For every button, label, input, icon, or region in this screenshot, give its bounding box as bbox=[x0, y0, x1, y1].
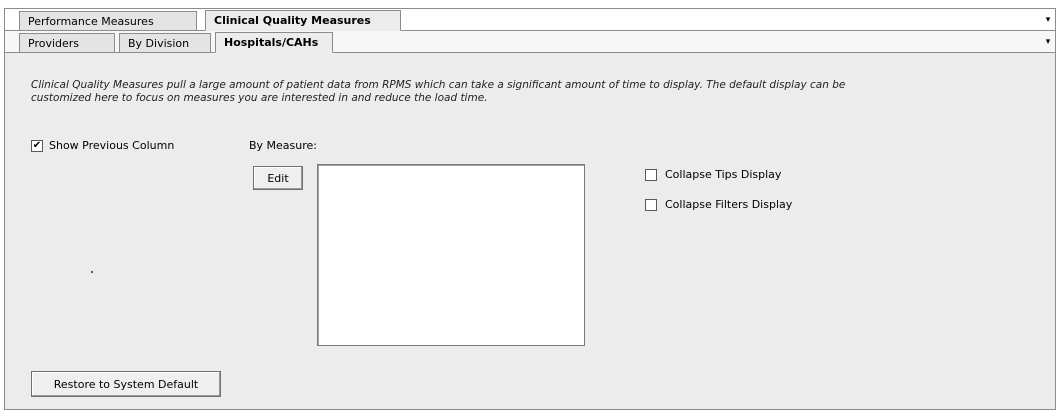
inner-tab-bar: Providers By Division Hospitals/CAHs ▾ bbox=[5, 31, 1055, 53]
outer-tab-bar: Performance Measures Clinical Quality Me… bbox=[5, 9, 1055, 31]
tab-label: Providers bbox=[28, 37, 80, 50]
tab-clinical-quality-measures[interactable]: Clinical Quality Measures bbox=[205, 10, 401, 31]
tab-label: By Division bbox=[128, 37, 190, 50]
collapse-tips-checkbox[interactable] bbox=[645, 169, 657, 181]
settings-panel: Performance Measures Clinical Quality Me… bbox=[4, 8, 1056, 410]
chevron-down-icon[interactable]: ▾ bbox=[1043, 37, 1053, 47]
tab-label: Clinical Quality Measures bbox=[214, 14, 371, 27]
collapse-filters-label: Collapse Filters Display bbox=[665, 198, 793, 211]
chevron-down-icon[interactable]: ▾ bbox=[1043, 15, 1053, 25]
collapse-filters-checkbox[interactable] bbox=[645, 199, 657, 211]
description-text: Clinical Quality Measures pull a large a… bbox=[31, 79, 846, 104]
by-measure-label: By Measure: bbox=[249, 139, 318, 152]
tab-by-division[interactable]: By Division bbox=[119, 33, 211, 53]
tab-label: Performance Measures bbox=[28, 15, 154, 28]
edit-button[interactable]: Edit bbox=[253, 166, 303, 190]
tab-hospitals-cahs[interactable]: Hospitals/CAHs bbox=[215, 32, 333, 53]
measure-listbox[interactable] bbox=[317, 164, 585, 346]
stray-pixel bbox=[91, 271, 93, 273]
tab-performance-measures[interactable]: Performance Measures bbox=[19, 11, 197, 31]
collapse-tips-label: Collapse Tips Display bbox=[665, 168, 782, 181]
tab-providers[interactable]: Providers bbox=[19, 33, 115, 53]
show-previous-column-checkbox[interactable]: ✔ bbox=[31, 140, 43, 152]
tab-label: Hospitals/CAHs bbox=[224, 36, 319, 49]
show-previous-column-label: Show Previous Column bbox=[49, 139, 175, 152]
restore-default-button[interactable]: Restore to System Default bbox=[31, 371, 221, 397]
